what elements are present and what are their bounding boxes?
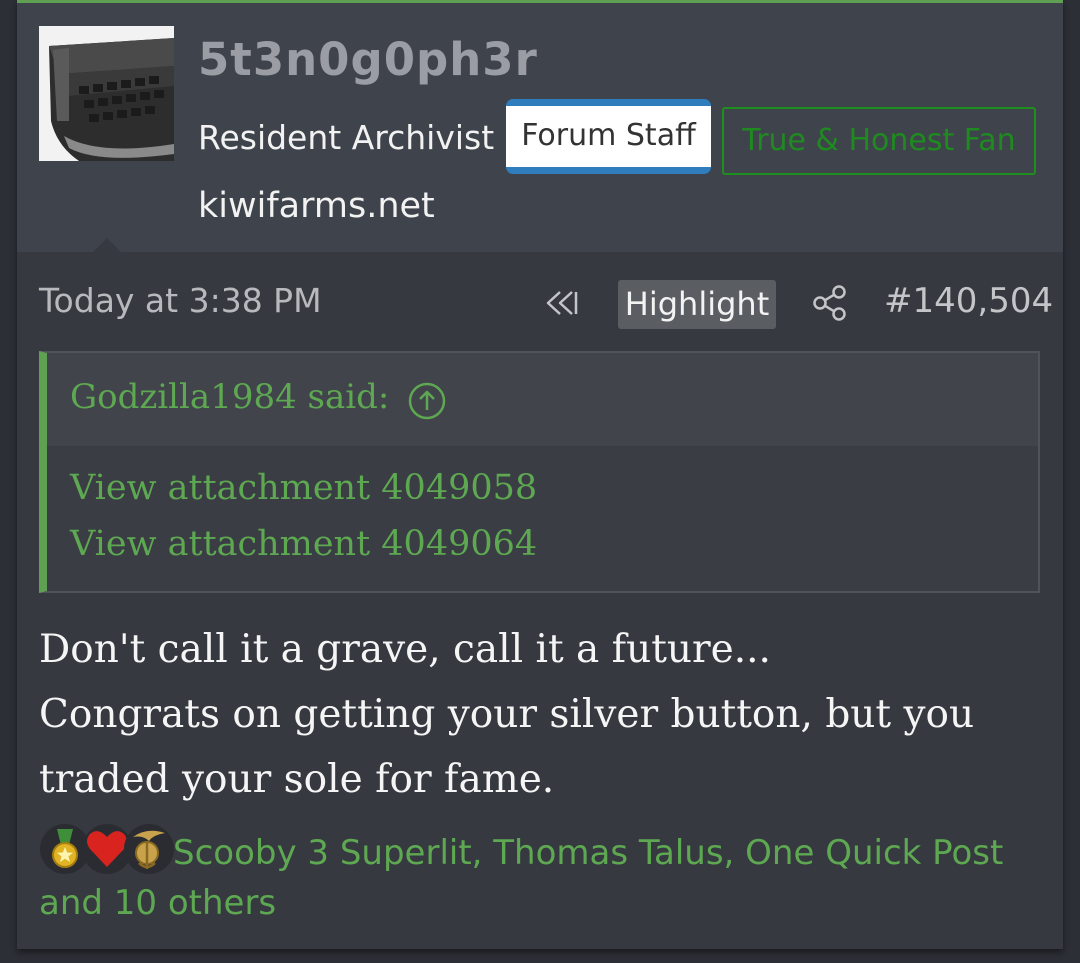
share-icon[interactable] <box>812 284 848 322</box>
user-title: Resident Archivist <box>198 118 495 157</box>
post-body-line: traded your sole for fame. <box>39 757 555 802</box>
attachment-link[interactable]: View attachment 4049058 <box>70 468 537 508</box>
user-header: 5t3n0g0ph3r Resident Archivist Forum Sta… <box>17 3 1063 253</box>
post-timestamp[interactable]: Today at 3:38 PM <box>39 281 322 320</box>
forum-staff-banner: Forum Staff <box>506 99 711 174</box>
quote-header: Godzilla1984 said: <box>47 353 1038 446</box>
username[interactable]: 5t3n0g0ph3r <box>198 33 538 86</box>
post-body: Don't call it a grave, call it a future.… <box>39 617 1039 812</box>
post-number[interactable]: #140,504 <box>884 281 1053 321</box>
true-honest-fan-banner: True & Honest Fan <box>722 107 1036 175</box>
attachment-link[interactable]: View attachment 4049064 <box>70 524 537 564</box>
quote-author[interactable]: Godzilla1984 said: <box>70 377 389 417</box>
highlight-button[interactable]: Highlight <box>618 280 776 329</box>
rewind-icon[interactable] <box>540 286 580 320</box>
post-body-line: Don't call it a grave, call it a future.… <box>39 627 771 672</box>
globe-eagle-anchor-icon[interactable] <box>123 823 175 875</box>
avatar[interactable] <box>39 26 174 161</box>
quote-block: Godzilla1984 said: View attachment 40490… <box>39 351 1040 593</box>
post-body-line: Congrats on getting your silver button, … <box>39 692 975 737</box>
arrow-up-circle-icon[interactable] <box>407 381 447 421</box>
post-container: 5t3n0g0ph3r Resident Archivist Forum Sta… <box>17 0 1063 949</box>
typewriter-avatar-icon <box>39 26 174 161</box>
reaction-icons[interactable] <box>39 823 189 875</box>
user-site: kiwifarms.net <box>198 186 435 226</box>
header-pointer <box>92 238 122 253</box>
